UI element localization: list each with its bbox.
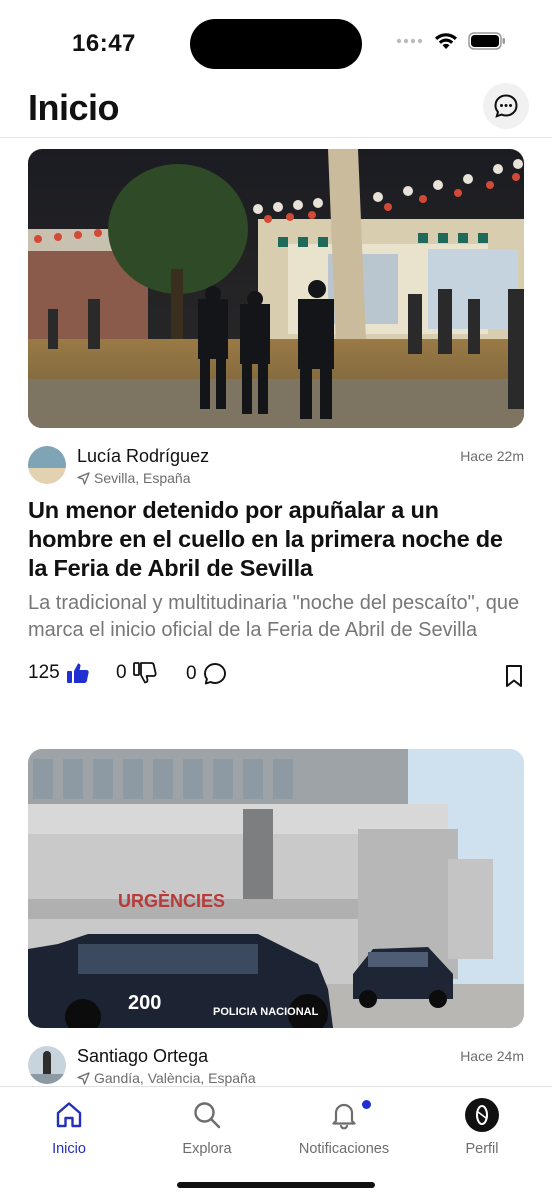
- tab-label-notificaciones: Notificaciones: [298, 1141, 390, 1157]
- thumbs-down-icon: [132, 662, 157, 684]
- home-icon: [56, 1102, 82, 1128]
- page-title: Inicio: [28, 87, 120, 128]
- dislike-count: 0: [116, 662, 127, 683]
- location-arrow-icon: [77, 1071, 90, 1085]
- thumbs-up-filled-icon: [66, 663, 89, 683]
- urgencies-sign: URGÈNCIES: [118, 890, 225, 911]
- news-post[interactable]: URGÈNCIES 200 POLICIA NACIONAL Santiago …: [28, 749, 524, 1086]
- like-count: 125: [28, 662, 60, 683]
- battery-icon: [468, 32, 505, 50]
- home-indicator[interactable]: [177, 1182, 375, 1188]
- hospital-photo: URGÈNCIES 200 POLICIA NACIONAL: [28, 749, 524, 1028]
- dislike-button[interactable]: 0: [116, 662, 157, 684]
- post-image-feria-night[interactable]: [28, 149, 524, 428]
- profile-avatar-icon: [465, 1098, 499, 1132]
- news-post[interactable]: Lucía Rodríguez Sevilla, España Hace 22m…: [28, 149, 524, 702]
- post-summary[interactable]: La tradicional y multitudinaria "noche d…: [28, 590, 524, 644]
- author-avatar[interactable]: [28, 446, 66, 484]
- comment-count: 0: [186, 663, 197, 684]
- post-location: Sevilla, España: [77, 470, 191, 486]
- tab-label-perfil: Perfil: [465, 1141, 499, 1157]
- post-time: Hace 22m: [460, 448, 524, 464]
- feria-night-photo: [28, 149, 524, 428]
- post-time: Hace 24m: [460, 1048, 524, 1064]
- location-text: Gandía, València, España: [94, 1070, 256, 1086]
- tab-label-explora: Explora: [182, 1141, 232, 1157]
- post-location: Gandía, València, España: [77, 1070, 256, 1086]
- tab-perfil[interactable]: Perfil: [422, 1097, 542, 1157]
- wifi-icon: [435, 33, 457, 49]
- status-icons: [396, 32, 506, 50]
- news-feed[interactable]: Lucía Rodríguez Sevilla, España Hace 22m…: [0, 138, 552, 1086]
- chat-bubble-icon: [494, 94, 518, 118]
- post-headline[interactable]: Un menor detenido por apuñalar a un homb…: [28, 496, 524, 583]
- status-bar: 16:47: [0, 0, 552, 80]
- comment-bubble-icon: [203, 663, 226, 685]
- location-arrow-icon: [77, 471, 90, 485]
- author-avatar[interactable]: [28, 1046, 66, 1084]
- author-name[interactable]: Lucía Rodríguez: [77, 446, 209, 467]
- status-time: 16:47: [72, 30, 136, 57]
- location-text: Sevilla, España: [94, 470, 191, 486]
- post-author-row[interactable]: Santiago Ortega Gandía, València, España…: [28, 1042, 524, 1086]
- car-label-text: POLICIA NACIONAL: [213, 1006, 319, 1018]
- comment-button[interactable]: 0: [186, 662, 227, 686]
- bookmark-button[interactable]: [504, 664, 524, 693]
- post-author-row[interactable]: Lucía Rodríguez Sevilla, España Hace 22m: [28, 442, 524, 496]
- dynamic-island: [190, 19, 362, 69]
- post-actions: 125 0 0: [28, 662, 524, 702]
- bell-icon: [332, 1103, 356, 1130]
- tab-inicio[interactable]: Inicio: [9, 1097, 129, 1157]
- tab-label-inicio: Inicio: [52, 1141, 86, 1157]
- messages-button[interactable]: [483, 83, 529, 129]
- post-image-hospital[interactable]: URGÈNCIES 200 POLICIA NACIONAL: [28, 749, 524, 1028]
- author-name[interactable]: Santiago Ortega: [77, 1046, 208, 1067]
- tab-explora[interactable]: Explora: [147, 1097, 267, 1157]
- like-button[interactable]: 125: [28, 662, 90, 684]
- app-header: Inicio: [0, 80, 552, 138]
- notification-badge: [362, 1100, 371, 1109]
- car-badge-text: 200: [128, 992, 161, 1014]
- tab-notificaciones[interactable]: Notificaciones: [284, 1097, 404, 1157]
- cellular-signal-icon: [396, 38, 423, 44]
- search-icon: [194, 1102, 221, 1129]
- bookmark-icon: [506, 665, 522, 687]
